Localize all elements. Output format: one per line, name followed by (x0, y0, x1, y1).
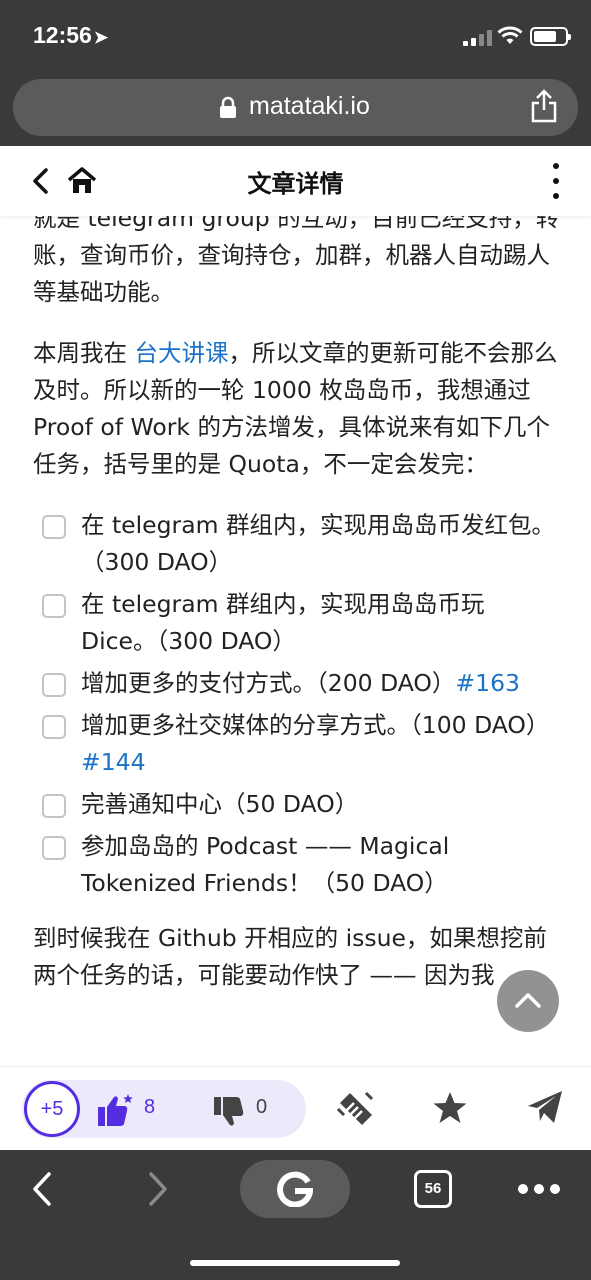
task-text: 在 telegram 群组内，实现用岛岛币玩 Dice。（300 DAO） (81, 590, 485, 655)
task-item: 在 telegram 群组内，实现用岛岛币发红包。（300 DAO） (33, 507, 563, 581)
more-horizontal-icon[interactable] (516, 1182, 562, 1196)
google-search-button[interactable] (240, 1160, 350, 1218)
home-indicator (190, 1260, 400, 1266)
more-vertical-icon[interactable] (548, 161, 564, 201)
task-item: 增加更多社交媒体的分享方式。（100 DAO） #144 (33, 707, 563, 781)
support-plus-button[interactable]: +5 (24, 1081, 80, 1137)
browser-bottom-bar: 56 (0, 1150, 591, 1280)
task-text: 完善通知中心（50 DAO） (81, 790, 359, 818)
location-arrow-icon: ➤ (93, 28, 109, 47)
task-item: 完善通知中心（50 DAO） (33, 786, 563, 823)
url-bar[interactable]: matataki.io (13, 79, 578, 136)
scroll-to-top-button[interactable] (497, 970, 559, 1032)
status-time-label: 12:56 (33, 22, 92, 48)
lecture-link[interactable]: 台大讲课 (134, 339, 228, 367)
send-icon[interactable] (526, 1089, 564, 1125)
dislike-count: 0 (256, 1096, 268, 1118)
task-text: 在 telegram 群组内，实现用岛岛币发红包。（300 DAO） (81, 511, 555, 576)
lock-icon (220, 96, 236, 118)
app-header: 文章详情 (0, 146, 591, 216)
like-count: 8 (144, 1096, 156, 1118)
battery-icon (530, 27, 571, 46)
article-paragraph: 到时候我在 Github 开相应的 issue，如果想挖前两个任务的话，可能要动… (33, 924, 547, 989)
star-icon[interactable] (432, 1091, 468, 1125)
issue-link[interactable]: #144 (81, 748, 146, 776)
cellular-signal-icon (463, 30, 493, 46)
chevron-up-icon (515, 993, 541, 1008)
task-text: 增加更多社交媒体的分享方式。（100 DAO） (81, 711, 550, 739)
url-text: matataki.io (249, 92, 370, 120)
browser-forward-icon[interactable] (146, 1170, 170, 1208)
thumbs-up-icon[interactable] (97, 1093, 135, 1127)
vote-panel: +5 8 0 (22, 1080, 306, 1138)
article-action-bar: +5 8 0 (0, 1066, 591, 1150)
task-text: 参加岛岛的 Podcast —— Magical Tokenized Frien… (81, 832, 450, 897)
page-title: 文章详情 (247, 170, 344, 198)
task-item: 在 telegram 群组内，实现用岛岛币玩 Dice。（300 DAO） (33, 586, 563, 660)
google-g-icon (277, 1171, 313, 1207)
task-checkbox[interactable] (42, 673, 66, 697)
handshake-icon[interactable] (336, 1089, 374, 1129)
tab-switcher-button[interactable]: 56 (414, 1170, 452, 1208)
status-time: 12:56 ➤ (33, 22, 108, 49)
article-paragraph: 本周我在 台大讲课，所以文章的更新可能不会那么及时。所以新的一轮 1000 枚岛… (33, 335, 563, 483)
share-icon[interactable] (529, 88, 559, 124)
task-checkbox[interactable] (42, 594, 66, 618)
issue-link[interactable]: #163 (455, 669, 520, 697)
task-item: 参加岛岛的 Podcast —— Magical Tokenized Frien… (33, 828, 563, 902)
thumbs-down-icon[interactable] (213, 1095, 247, 1129)
article-paragraph: 就是 telegram group 的互动，目前已经支持，转账，查询币价，查询持… (33, 216, 560, 306)
browser-top-bar: 12:56 ➤ matataki.io (0, 0, 591, 146)
browser-back-icon[interactable] (30, 1170, 54, 1208)
task-checkbox[interactable] (42, 836, 66, 860)
task-item: 增加更多的支付方式。（200 DAO）#163 (33, 665, 563, 702)
wifi-icon (497, 26, 523, 44)
task-checkbox[interactable] (42, 794, 66, 818)
article-content: 就是 telegram group 的互动，目前已经支持，转账，查询币价，查询持… (0, 216, 591, 1066)
paragraph-text: 本周我在 (33, 339, 135, 367)
task-list: 在 telegram 群组内，实现用岛岛币发红包。（300 DAO） 在 tel… (33, 507, 563, 902)
task-checkbox[interactable] (42, 515, 66, 539)
task-text: 增加更多的支付方式。（200 DAO） (81, 669, 456, 697)
task-checkbox[interactable] (42, 715, 66, 739)
